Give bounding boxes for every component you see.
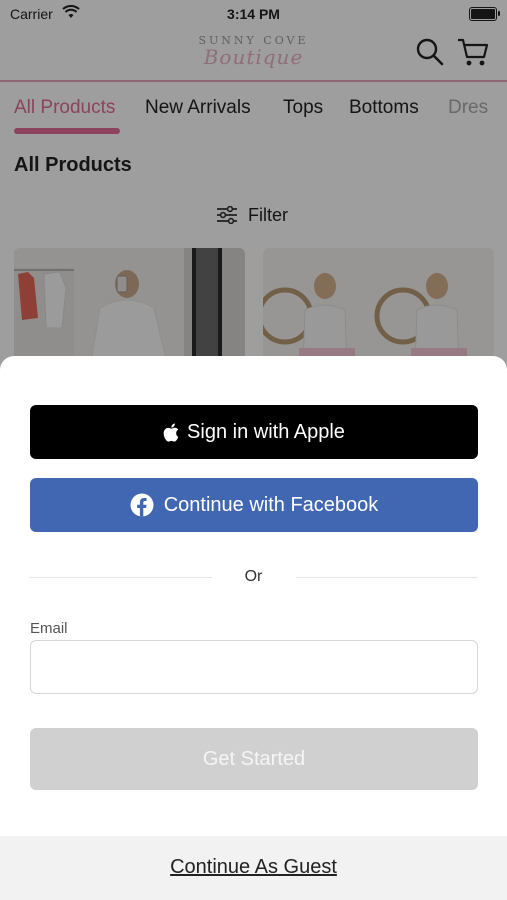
email-label: Email xyxy=(30,620,68,637)
divider-right xyxy=(296,577,478,578)
email-field[interactable] xyxy=(30,640,478,694)
apple-icon xyxy=(163,423,179,442)
get-started-button[interactable]: Get Started xyxy=(30,728,478,790)
guest-bar: Continue As Guest xyxy=(0,836,507,900)
apple-button-label: Sign in with Apple xyxy=(187,420,345,443)
facebook-icon xyxy=(130,493,154,517)
facebook-button-label: Continue with Facebook xyxy=(163,493,379,516)
login-sheet: Sign in with Apple Continue with Faceboo… xyxy=(0,356,507,900)
continue-as-guest-link[interactable]: Continue As Guest xyxy=(0,856,507,879)
continue-with-facebook-button[interactable]: Continue with Facebook xyxy=(30,478,478,532)
get-started-label: Get Started xyxy=(202,747,306,770)
sign-in-with-apple-button[interactable]: Sign in with Apple xyxy=(30,405,478,459)
